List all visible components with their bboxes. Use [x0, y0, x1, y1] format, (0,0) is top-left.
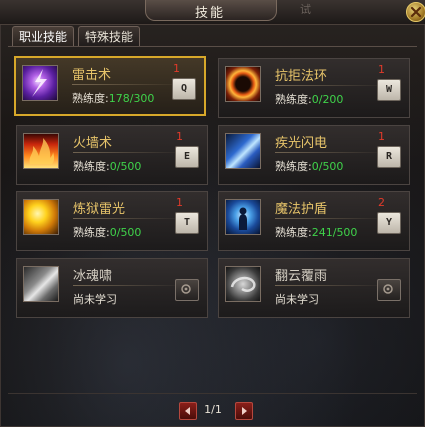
lock-icon — [181, 284, 191, 294]
proficiency-current: 0 — [109, 226, 117, 239]
proficiency: 熟练度:0/500 — [275, 158, 343, 174]
skill-status: 尚未学习 — [73, 293, 117, 306]
title-bar-extra-text: 试 — [300, 3, 311, 16]
tab-divider — [8, 46, 417, 47]
proficiency: 熟练度:0/200 — [275, 91, 343, 107]
divider — [275, 85, 387, 86]
proficiency-label: 熟练度: — [73, 160, 110, 173]
skill-name: 雷击术 — [72, 68, 112, 83]
divider — [275, 152, 387, 153]
footer-divider — [8, 393, 417, 394]
skill-name: 疾光闪电 — [275, 136, 328, 151]
proficiency-current: 0 — [311, 93, 319, 106]
tab-special-skills[interactable]: 特殊技能 — [78, 26, 141, 47]
proficiency-max: 300 — [133, 92, 155, 105]
divider — [275, 285, 387, 286]
proficiency-current: 0 — [311, 160, 319, 173]
skill-level: 1 — [176, 130, 183, 143]
skill-cell-inferno-thunder[interactable]: 炼狱雷光 1 熟练度:0/500 T — [16, 191, 208, 251]
proficiency-current: 241 — [311, 226, 333, 239]
proficiency: 熟练度:178/300 — [72, 90, 154, 106]
skill-name: 冰魂啸 — [73, 269, 113, 284]
skill-level: 1 — [378, 130, 385, 143]
proficiency-label: 熟练度: — [275, 226, 312, 239]
proficiency: 熟练度:0/500 — [73, 224, 141, 240]
ice-soul-icon — [23, 266, 59, 302]
magic-shield-icon — [225, 199, 261, 235]
proficiency: 熟练度:241/500 — [275, 224, 357, 240]
hotkey-button[interactable]: T — [175, 212, 199, 234]
divider — [73, 218, 185, 219]
next-arrow-icon — [242, 407, 247, 415]
next-page-button[interactable] — [235, 402, 253, 420]
locked-slot — [377, 279, 401, 301]
cloud-storm-icon — [225, 266, 261, 302]
proficiency-label: 熟练度: — [275, 93, 312, 106]
proficiency-label: 熟练度: — [73, 226, 110, 239]
skill-level: 1 — [176, 196, 183, 209]
divider — [72, 84, 184, 85]
proficiency-max: 500 — [336, 226, 358, 239]
proficiency-max: 500 — [120, 160, 142, 173]
hotkey-button[interactable]: E — [175, 146, 199, 168]
proficiency-current: 0 — [109, 160, 117, 173]
proficiency-label: 熟练度: — [275, 160, 312, 173]
firewall-icon — [23, 133, 59, 169]
window-title: 技能 — [194, 6, 225, 21]
close-button[interactable] — [406, 2, 425, 22]
skill-level: 2 — [378, 196, 385, 209]
skill-name: 火墙术 — [73, 136, 113, 151]
tab-label: 职业技能 — [19, 30, 68, 44]
skill-level: 1 — [378, 63, 385, 76]
prev-arrow-icon — [185, 407, 190, 415]
proficiency-current: 178 — [108, 92, 130, 105]
skill-cell-firewall[interactable]: 火墙术 1 熟练度:0/500 E — [16, 125, 208, 185]
skill-cell-lightning[interactable]: 雷击术 1 熟练度:178/300 Q — [14, 56, 206, 116]
tab-label: 特殊技能 — [85, 30, 134, 44]
locked-slot — [175, 279, 199, 301]
skill-cell-light-bolt[interactable]: 疾光闪电 1 熟练度:0/500 R — [218, 125, 410, 185]
hotkey-button[interactable]: R — [377, 146, 401, 168]
proficiency-label: 熟练度: — [72, 92, 109, 105]
proficiency: 熟练度:0/500 — [73, 158, 141, 174]
proficiency-max: 200 — [322, 93, 344, 106]
inferno-thunder-icon — [23, 199, 59, 235]
hotkey-button[interactable]: W — [377, 79, 401, 101]
skill-level: 1 — [173, 62, 180, 75]
skill-name: 炼狱雷光 — [73, 202, 126, 217]
skill-cell-repel-ring[interactable]: 抗拒法环 1 熟练度:0/200 W — [218, 58, 410, 118]
divider — [275, 218, 387, 219]
proficiency-max: 500 — [322, 160, 344, 173]
lock-icon — [383, 284, 393, 294]
skill-name: 抗拒法环 — [275, 69, 328, 84]
skill-status: 尚未学习 — [275, 293, 319, 306]
skill-cell-cloud-storm[interactable]: 翻云覆雨 尚未学习 — [218, 258, 410, 318]
lightning-icon — [22, 65, 58, 101]
prev-page-button[interactable] — [179, 402, 197, 420]
page-indicator: 1/1 — [204, 403, 222, 416]
light-bolt-icon — [225, 133, 261, 169]
hotkey-button[interactable]: Q — [172, 78, 196, 100]
divider — [73, 285, 185, 286]
tab-job-skills[interactable]: 职业技能 — [12, 26, 75, 47]
proficiency-max: 500 — [120, 226, 142, 239]
skill-name: 魔法护盾 — [275, 202, 328, 217]
skill-cell-magic-shield[interactable]: 魔法护盾 2 熟练度:241/500 Y — [218, 191, 410, 251]
fire-ring-icon — [225, 66, 261, 102]
divider — [73, 152, 185, 153]
hotkey-button[interactable]: Y — [377, 212, 401, 234]
skill-cell-ice-soul[interactable]: 冰魂啸 尚未学习 — [16, 258, 208, 318]
close-icon — [410, 6, 422, 18]
skill-name: 翻云覆雨 — [275, 269, 328, 284]
